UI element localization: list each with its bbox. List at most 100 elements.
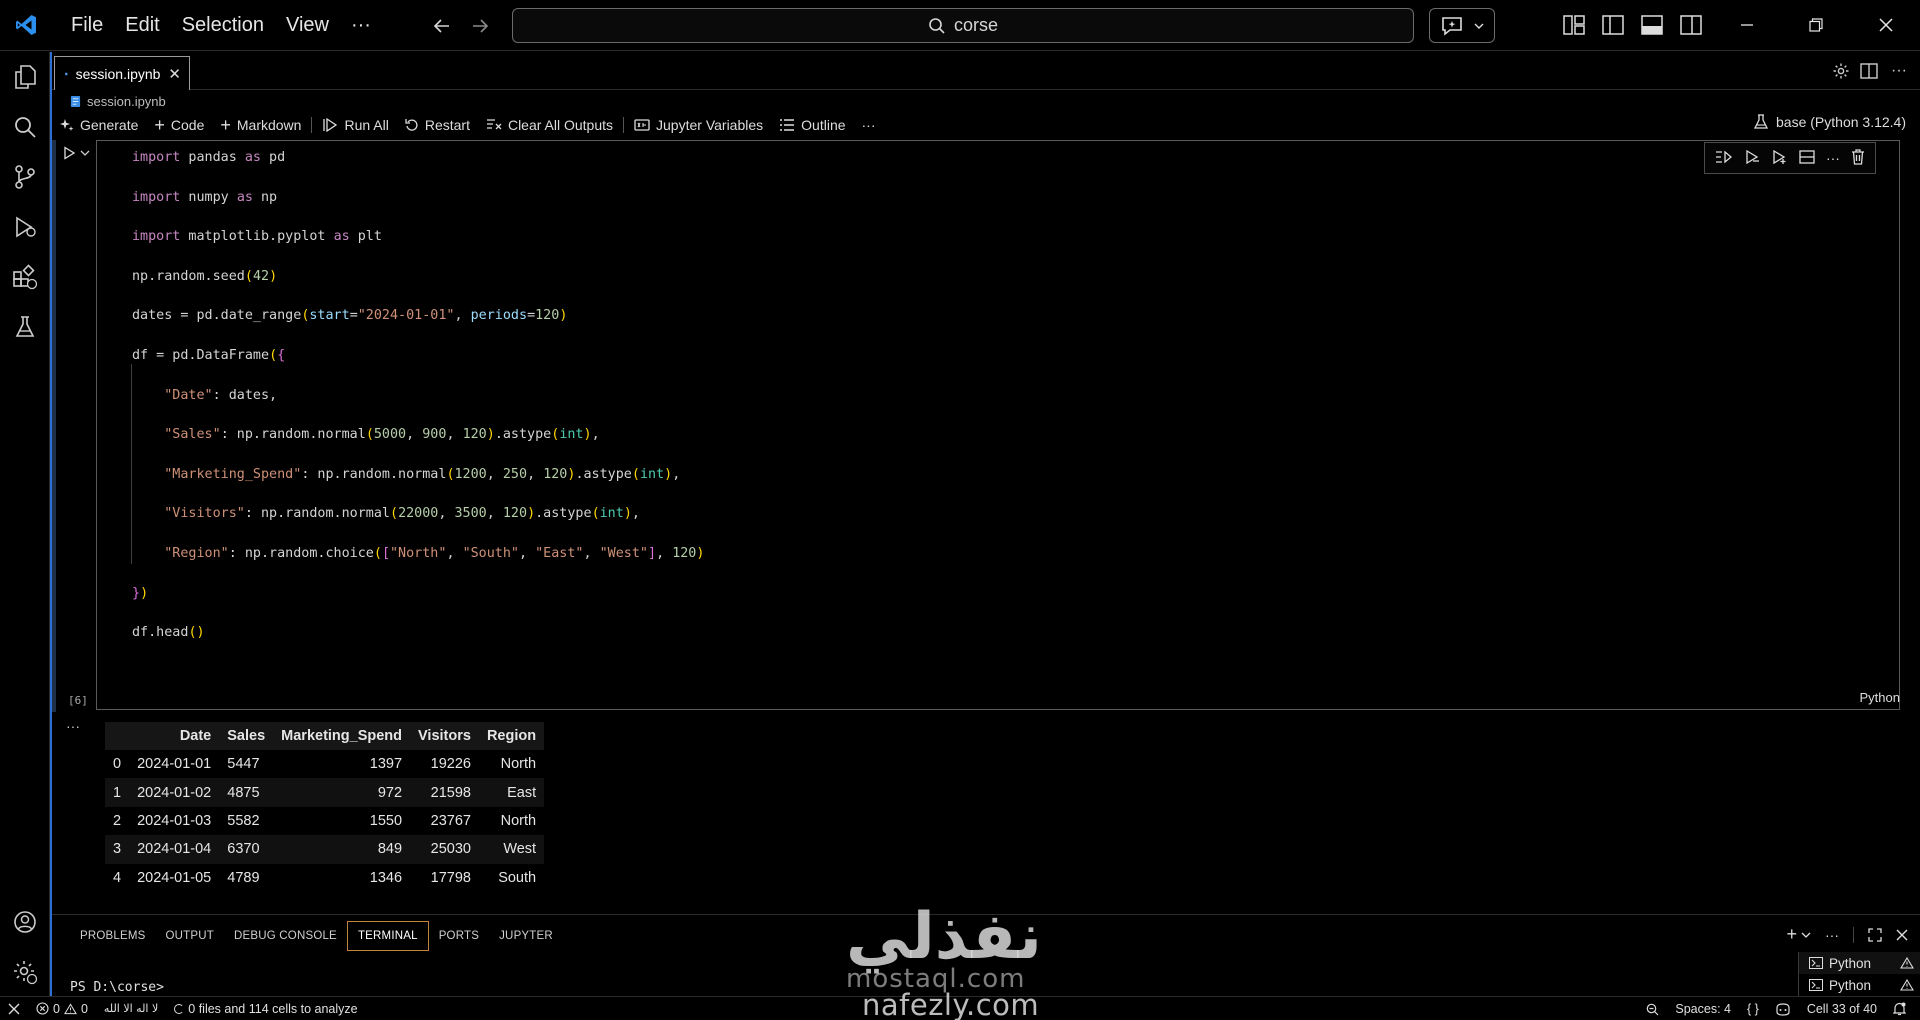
toggle-secondary-sidebar-icon[interactable] (1678, 13, 1704, 37)
tab-problems[interactable]: PROBLEMS (70, 922, 156, 950)
run-debug-icon[interactable] (0, 205, 50, 249)
activity-bar (0, 52, 50, 996)
notebook-settings-gear-icon[interactable] (1830, 60, 1852, 82)
copilot-status-icon[interactable] (1767, 1002, 1799, 1016)
cell-language[interactable]: Python (1860, 690, 1900, 705)
table-cell: East (507, 784, 537, 801)
outline-button[interactable]: Outline (771, 117, 853, 133)
toolbar-divider (623, 117, 625, 133)
table-cell: 2024-01-02 (137, 784, 212, 801)
terminal-item[interactable]: Python (1799, 952, 1920, 974)
remote-icon (8, 1003, 20, 1014)
table-cell: South (498, 869, 537, 886)
forward-arrow-icon[interactable] (466, 12, 494, 40)
table-cell: 5582 (227, 812, 260, 829)
cell-position[interactable]: Cell 33 of 40 (1799, 1002, 1885, 1016)
menu-more[interactable]: ··· (340, 0, 382, 51)
search-text: corse (953, 15, 998, 35)
toggle-primary-sidebar-icon[interactable] (1600, 13, 1626, 37)
code-line: }) (132, 585, 149, 601)
run-by-line-icon[interactable] (1715, 150, 1733, 167)
delete-cell-icon[interactable] (1851, 148, 1865, 168)
restart-button[interactable]: Restart (397, 117, 478, 133)
cell-more-icon[interactable]: ··· (1826, 150, 1840, 166)
language-mode-braces[interactable]: { } (1739, 1002, 1767, 1016)
indentation-indicator[interactable]: Spaces: 4 (1667, 1002, 1739, 1016)
analysis-status[interactable]: 0 files and 114 cells to analyze (166, 1002, 365, 1016)
toggle-panel-icon[interactable] (1639, 13, 1665, 37)
back-arrow-icon[interactable] (428, 12, 456, 40)
output-more-icon[interactable]: ··· (66, 718, 80, 734)
terminal-icon (1809, 979, 1823, 991)
tab-debug-console[interactable]: DEBUG CONSOLE (224, 922, 347, 950)
outline-label: Outline (801, 117, 846, 133)
account-icon[interactable] (0, 900, 50, 944)
warning-count: 0 (80, 1001, 88, 1016)
split-cell-icon[interactable] (1798, 149, 1815, 167)
toolbar-more-button[interactable]: ··· (854, 117, 884, 133)
chevron-down-icon[interactable] (80, 149, 90, 157)
vscode-logo-icon (0, 0, 52, 51)
jupyter-variables-button[interactable]: Jupyter Variables (626, 117, 771, 133)
execute-above-icon[interactable] (1744, 149, 1760, 167)
tab-jupyter[interactable]: JUPYTER (489, 922, 563, 950)
terminal-item[interactable]: Python (1799, 974, 1920, 996)
search-view-icon[interactable] (0, 105, 50, 149)
minimize-icon[interactable] (1727, 10, 1767, 40)
code-content[interactable]: import pandas as pd import numpy as np i… (132, 148, 704, 663)
notifications-bell-icon[interactable] (1885, 1002, 1914, 1016)
menu-edit[interactable]: Edit (114, 0, 170, 51)
tab-ports[interactable]: PORTS (429, 922, 489, 950)
restore-icon[interactable] (1796, 10, 1836, 40)
chevron-down-icon[interactable] (1801, 931, 1811, 939)
code-label: Code (170, 117, 205, 133)
close-panel-icon[interactable] (1896, 929, 1908, 941)
table-cell: 23767 (430, 812, 471, 829)
new-terminal-plus-icon[interactable]: + (1786, 924, 1797, 945)
zoom-icon[interactable] (1638, 1003, 1667, 1016)
terminal-prompt[interactable]: PS D:\corse> (70, 980, 164, 995)
manage-gear-icon[interactable] (0, 950, 50, 994)
error-icon (36, 1002, 49, 1015)
split-editor-icon[interactable] (1858, 60, 1880, 82)
testing-flask-icon[interactable] (0, 305, 50, 349)
copilot-chat-button[interactable] (1429, 8, 1495, 43)
execute-below-icon[interactable] (1771, 149, 1787, 167)
extensions-icon[interactable] (0, 255, 50, 299)
table-cell: North (500, 756, 537, 773)
more-actions-icon[interactable]: ··· (1888, 60, 1910, 82)
tab-terminal[interactable]: TERMINAL (346, 921, 429, 951)
tab-output[interactable]: OUTPUT (156, 922, 224, 950)
menu-selection[interactable]: Selection (171, 0, 275, 51)
close-window-icon[interactable] (1866, 10, 1906, 40)
command-center-search[interactable]: corse (512, 8, 1414, 43)
loading-spinner-icon (174, 1003, 185, 1014)
customize-layout-icon[interactable] (1561, 13, 1587, 37)
table-cell: 2024-01-01 (137, 756, 212, 773)
problems-indicator[interactable]: 0 0 (28, 1002, 96, 1016)
clear-outputs-button[interactable]: Clear All Outputs (478, 117, 621, 133)
maximize-panel-icon[interactable] (1868, 927, 1882, 942)
run-cell-button[interactable] (62, 146, 90, 160)
menu-file[interactable]: File (60, 0, 114, 51)
run-all-button[interactable]: Run All (314, 117, 396, 133)
explorer-icon[interactable] (0, 55, 50, 99)
table-cell: 17798 (430, 869, 471, 886)
kernel-picker[interactable]: base (Python 3.12.4) (1754, 114, 1906, 130)
remote-indicator[interactable] (0, 1003, 28, 1015)
arabic-text[interactable]: لا اله الا الله (96, 1002, 166, 1015)
add-markdown-cell-button[interactable]: + Markdown (212, 115, 309, 136)
menu-view[interactable]: View (275, 0, 340, 51)
tab-session-ipynb[interactable]: session.ipynb ✕ (54, 56, 190, 90)
source-control-icon[interactable] (0, 155, 50, 199)
generate-button[interactable]: Generate (52, 117, 146, 133)
kernel-label: base (Python 3.12.4) (1776, 114, 1906, 130)
panel-more-icon[interactable]: ··· (1825, 927, 1839, 943)
column-header: Date (179, 728, 212, 744)
add-code-cell-button[interactable]: + Code (146, 115, 212, 136)
breadcrumb[interactable]: session.ipynb (70, 92, 166, 110)
table-cell: 25030 (430, 841, 471, 858)
toolbar-divider (311, 117, 313, 133)
table-cell: 1397 (369, 756, 403, 773)
tab-close-icon[interactable]: ✕ (168, 65, 181, 83)
